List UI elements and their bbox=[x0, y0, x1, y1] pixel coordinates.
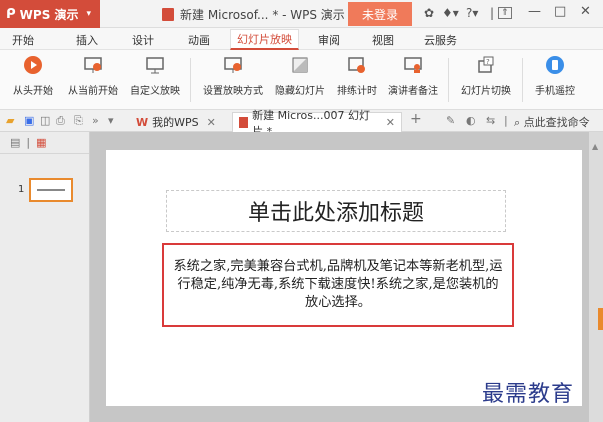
minimize-icon[interactable]: — bbox=[528, 4, 541, 19]
speaker-notes-icon bbox=[402, 54, 424, 76]
slide-transition-button[interactable]: ? 幻灯片切换 bbox=[456, 54, 516, 97]
folder-icon[interactable]: ▰ bbox=[6, 114, 14, 127]
tab-design[interactable]: 设计 bbox=[126, 31, 160, 49]
play-from-current-button[interactable]: 从当前开始 bbox=[62, 54, 124, 97]
command-search[interactable]: ⌕ 点此查找命令 bbox=[514, 114, 590, 130]
title-bar: ᑭ WPS 演示 ▾ 新建 Microsof... * - WPS 演示 未登录… bbox=[0, 0, 603, 28]
vertical-scrollbar[interactable]: ▲ bbox=[589, 132, 603, 422]
timer-icon bbox=[346, 54, 368, 76]
content-text: 系统之家,完美兼容台式机,品牌机及笔记本等新老机型,运行稳定,纯净无毒,系统下载… bbox=[173, 259, 503, 310]
tab-cloud[interactable]: 云服务 bbox=[418, 31, 463, 49]
command-search-label: 点此查找命令 bbox=[523, 116, 590, 129]
skin-icon[interactable]: ✿ bbox=[424, 6, 434, 20]
wps-logo-icon: ᑭ bbox=[6, 6, 16, 22]
ribbon-label: 幻灯片切换 bbox=[461, 86, 511, 97]
app-brand: WPS 演示 bbox=[19, 7, 79, 22]
ribbon-separator bbox=[448, 58, 449, 102]
screen-custom-icon bbox=[144, 54, 166, 76]
separator: | bbox=[504, 114, 508, 127]
phone-remote-icon bbox=[544, 54, 566, 76]
ribbon-label: 隐藏幻灯片 bbox=[275, 86, 325, 97]
login-button[interactable]: 未登录 bbox=[348, 2, 412, 26]
menu-bar: 开始 插入 设计 动画 幻灯片放映 审阅 视图 云服务 bbox=[0, 28, 603, 50]
custom-show-button[interactable]: 自定义放映 bbox=[126, 54, 184, 97]
ribbon-label: 手机遥控 bbox=[535, 86, 575, 97]
presentation-doc-icon bbox=[239, 117, 249, 128]
home-tab-label: 我的WPS bbox=[152, 116, 199, 129]
tab-home[interactable]: 开始 bbox=[6, 31, 40, 49]
slide-transition-icon: ? bbox=[475, 54, 497, 76]
ribbon-label: 排练计时 bbox=[337, 86, 377, 97]
ribbon-separator bbox=[522, 58, 523, 102]
slide-thumbnail-pane: ▤ | ▦ 1 bbox=[0, 132, 90, 422]
title-placeholder[interactable]: 单击此处添加标题 bbox=[166, 190, 506, 232]
hide-slide-icon bbox=[289, 54, 311, 76]
document-tab-strip: ▰ ▣ ◫ ⎙ ⎘ » ▾ W 我的WPS ✕ 新建 Micros...007 … bbox=[0, 109, 603, 138]
ribbon-label: 从头开始 bbox=[13, 86, 53, 97]
ribbon-label: 设置放映方式 bbox=[203, 86, 263, 97]
tab-view[interactable]: 视图 bbox=[366, 31, 400, 49]
play-icon bbox=[22, 54, 44, 76]
show-settings-button[interactable]: 设置放映方式 bbox=[198, 54, 268, 97]
slide-view-icon[interactable]: ▦ bbox=[36, 136, 46, 149]
new-tab-icon[interactable]: + bbox=[410, 111, 422, 127]
tab-review[interactable]: 审阅 bbox=[312, 31, 346, 49]
close-icon[interactable]: ✕ bbox=[386, 116, 395, 129]
svg-text:?: ? bbox=[486, 58, 490, 66]
side-panel-handle[interactable] bbox=[598, 308, 603, 330]
wps-home-icon: W bbox=[136, 115, 149, 129]
customize-icon[interactable]: ▾ bbox=[108, 114, 114, 127]
speaker-notes-button[interactable]: 演讲者备注 bbox=[384, 54, 442, 97]
scroll-up-icon[interactable]: ▲ bbox=[592, 142, 598, 151]
home-tab[interactable]: W 我的WPS ✕ bbox=[130, 112, 222, 132]
separator: | bbox=[26, 136, 31, 149]
hide-slide-button[interactable]: 隐藏幻灯片 bbox=[270, 54, 330, 97]
screen-play-icon bbox=[82, 54, 104, 76]
separator: | bbox=[490, 6, 495, 20]
slide-canvas[interactable]: 单击此处添加标题 系统之家,完美兼容台式机,品牌机及笔记本等新老机型,运行稳定,… bbox=[106, 150, 582, 406]
wps-menu-button[interactable]: ᑭ WPS 演示 ▾ bbox=[0, 0, 100, 28]
close-icon[interactable]: ✕ bbox=[580, 4, 591, 19]
print-preview-icon[interactable]: ◫ bbox=[40, 114, 50, 127]
window-title: 新建 Microsof... * - WPS 演示 bbox=[162, 6, 345, 23]
chevron-down-icon: ▾ bbox=[86, 9, 92, 19]
ribbon-toolbar: 从头开始 从当前开始 自定义放映 设置放映方式 隐藏幻灯片 排练计时 演讲者备注… bbox=[0, 50, 603, 110]
save-icon[interactable]: ▣ bbox=[24, 114, 34, 127]
shirt-icon[interactable]: ♦▾ bbox=[442, 6, 459, 20]
rehearse-timing-button[interactable]: 排练计时 bbox=[334, 54, 380, 97]
share-icon[interactable]: ⇆ bbox=[486, 114, 495, 127]
play-from-start-button[interactable]: 从头开始 bbox=[8, 54, 58, 97]
help-icon[interactable]: ?▾ bbox=[466, 6, 478, 20]
thumbnail-text-preview bbox=[37, 189, 65, 191]
workspace: ▤ | ▦ 1 单击此处添加标题 系统之家,完美兼容台式机,品牌机及笔记本等新老… bbox=[0, 132, 603, 422]
phone-remote-button[interactable]: 手机遥控 bbox=[530, 54, 580, 97]
screen-settings-icon bbox=[222, 54, 244, 76]
ribbon-label: 自定义放映 bbox=[130, 86, 180, 97]
close-icon[interactable]: ✕ bbox=[207, 116, 216, 129]
slide-number: 1 bbox=[18, 184, 25, 195]
collapse-ribbon-icon[interactable]: ⇑ bbox=[498, 7, 512, 19]
search-icon: ⌕ bbox=[514, 116, 521, 129]
outline-view-icon[interactable]: ▤ bbox=[10, 136, 20, 149]
content-text-box[interactable]: 系统之家,完美兼容台式机,品牌机及笔记本等新老机型,运行稳定,纯净无毒,系统下载… bbox=[162, 243, 514, 327]
maximize-icon[interactable]: □ bbox=[554, 4, 566, 19]
pane-view-toggle: ▤ | ▦ bbox=[0, 132, 89, 154]
tab-insert[interactable]: 插入 bbox=[70, 31, 104, 49]
tab-animation[interactable]: 动画 bbox=[182, 31, 216, 49]
ribbon-separator bbox=[190, 58, 191, 102]
export-icon[interactable]: ⎘ bbox=[74, 114, 83, 128]
print-icon[interactable]: ⎙ bbox=[56, 114, 65, 128]
ribbon-label: 演讲者备注 bbox=[388, 86, 438, 97]
more-icon[interactable]: » bbox=[92, 114, 99, 127]
window-title-text: 新建 Microsof... * - WPS 演示 bbox=[180, 8, 345, 22]
cloud-icon[interactable]: ◐ bbox=[466, 114, 476, 127]
slide-thumbnail[interactable] bbox=[29, 178, 73, 202]
presentation-doc-icon bbox=[162, 8, 174, 21]
document-tab[interactable]: 新建 Micros...007 幻灯片 * ✕ bbox=[232, 109, 402, 138]
watermark-text: 最需教育 bbox=[482, 382, 575, 407]
ribbon-label: 从当前开始 bbox=[68, 86, 118, 97]
tab-slideshow[interactable]: 幻灯片放映 bbox=[230, 29, 299, 50]
format-icon[interactable]: ✎ bbox=[446, 114, 455, 127]
